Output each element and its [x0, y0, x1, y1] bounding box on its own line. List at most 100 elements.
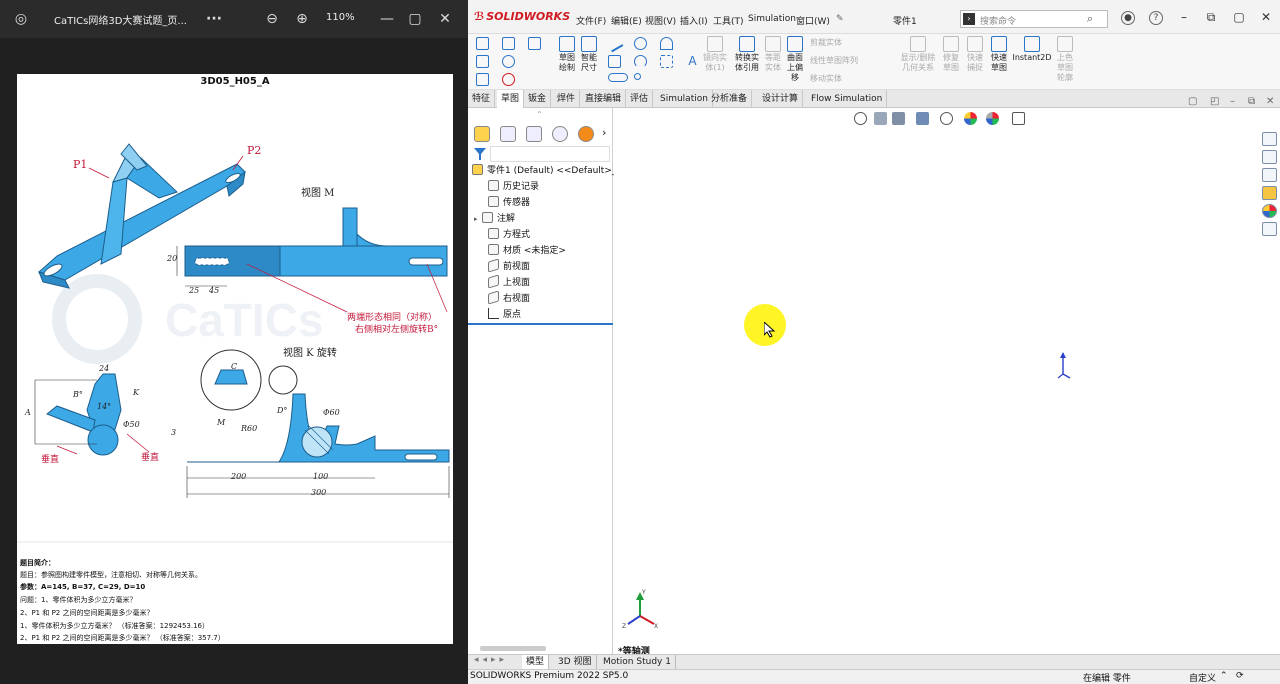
close-icon[interactable]: ✕ [436, 10, 454, 28]
tab-1[interactable]: 草图 [497, 90, 525, 108]
feature-manager-scrollbar[interactable] [480, 646, 546, 651]
menu-view[interactable]: 视图(V) [645, 14, 676, 27]
tile-icon[interactable]: ◰ [1210, 96, 1219, 107]
options-icon[interactable] [528, 37, 541, 50]
resources-icon[interactable] [1262, 132, 1277, 146]
rebuild-icon[interactable] [502, 73, 515, 86]
previous-view-icon[interactable] [892, 112, 905, 125]
line-icon[interactable] [605, 34, 624, 53]
polygon-icon[interactable] [660, 55, 673, 68]
rebuild-status-icon[interactable]: ⟳ [1236, 671, 1244, 681]
maximize-icon[interactable]: ▢ [406, 10, 424, 28]
shaded-sketch-button[interactable]: 上色 草图 轮廓 [1054, 36, 1076, 83]
menu-edit[interactable]: 编辑(E) [611, 14, 642, 27]
tree-item-annotations[interactable]: ▸ 注解 [474, 212, 515, 227]
restore-window-icon[interactable]: ⧉ [1203, 10, 1219, 24]
search-icon[interactable]: ⌕ [1087, 12, 1093, 26]
select-icon[interactable] [476, 73, 489, 86]
tree-item-material[interactable]: 材质 <未指定> [488, 244, 566, 259]
zoom-in-icon[interactable]: ⊕ [293, 10, 311, 28]
appearance-icon[interactable] [986, 112, 999, 125]
display-style-icon[interactable] [964, 112, 977, 125]
tree-item-equations[interactable]: 方程式 [488, 228, 530, 243]
repair-sketch-button[interactable]: 修复 草图 [940, 36, 962, 73]
viewport-icon[interactable]: ▢ [1188, 96, 1197, 107]
tab-3[interactable]: 焊件 [553, 90, 581, 108]
offset-on-surface-button[interactable]: 曲面 上偏 移 [784, 36, 806, 83]
zoom-area-icon[interactable] [874, 112, 887, 125]
circle-icon[interactable] [634, 37, 647, 50]
menu-window[interactable]: 窗口(W) [796, 14, 830, 27]
user-icon[interactable]: ● [1121, 11, 1135, 25]
slot-icon[interactable] [608, 73, 628, 82]
arc-icon[interactable] [634, 55, 647, 68]
graphics-area[interactable]: ▢ ◰ – ⧉ ✕ Y X Z *等轴测 [614, 96, 1280, 657]
save-icon[interactable] [502, 37, 515, 50]
tree-item-right-plane[interactable]: 右视面 [488, 290, 530, 307]
new-icon[interactable] [476, 55, 489, 68]
view-settings-icon[interactable] [1012, 112, 1025, 125]
linear-pattern-button[interactable]: 线性草图阵列 [810, 56, 858, 66]
smart-dimension-button[interactable]: 智能 尺寸 [578, 36, 600, 73]
zoom-to-fit-icon[interactable] [854, 112, 867, 125]
units-dropdown[interactable]: 自定义 [1189, 671, 1216, 684]
file-explorer-icon[interactable] [1262, 168, 1277, 182]
tab-model[interactable]: 模型 [522, 655, 550, 669]
pin-icon[interactable]: ✎ [836, 14, 844, 24]
doc-minimize-icon[interactable]: – [1230, 96, 1235, 107]
convert-entities-button[interactable]: 转换实 体引用 [732, 36, 762, 73]
tab-3d-view[interactable]: 3D 视图 [554, 655, 597, 669]
panel-grip-icon[interactable]: ⌃ [536, 110, 543, 119]
view-palette-icon[interactable] [1262, 186, 1277, 200]
tab-5[interactable]: 评估 [626, 90, 654, 108]
tree-root[interactable]: 零件1 (Default) <<Default>_F [472, 164, 622, 179]
custom-properties-icon[interactable] [1262, 222, 1277, 236]
close-window-icon[interactable]: ✕ [1258, 10, 1274, 24]
doc-close-icon[interactable]: ✕ [1266, 96, 1274, 107]
tab-7[interactable]: 分析准备 [707, 90, 753, 108]
tab-motion-study[interactable]: Motion Study 1 [599, 655, 676, 669]
minimize-icon[interactable]: — [378, 10, 396, 28]
chevron-up-icon[interactable]: ⌃ [1220, 671, 1228, 681]
tree-item-origin[interactable]: 原点 [488, 308, 521, 323]
offset-entities-button[interactable]: 等距 实体 [762, 36, 784, 73]
maximize-window-icon[interactable]: ▢ [1231, 10, 1247, 24]
tree-item-history[interactable]: 历史记录 [488, 180, 539, 195]
design-library-icon[interactable] [1262, 150, 1277, 164]
tree-item-top-plane[interactable]: 上视面 [488, 274, 530, 291]
zoom-out-icon[interactable]: ⊖ [263, 10, 281, 28]
appearance-tab-icon[interactable] [578, 126, 594, 142]
filter-icon[interactable] [474, 148, 486, 160]
rapid-sketch-button[interactable]: 快速 草图 [988, 36, 1010, 73]
sketch-button[interactable]: 草图 绘制 [556, 36, 578, 73]
zoom-level[interactable]: 110% [326, 12, 355, 23]
menu-tools[interactable]: 工具(T) [713, 14, 744, 27]
tree-rollback-bar[interactable] [468, 323, 613, 325]
chevron-right-icon[interactable]: › [602, 126, 606, 139]
search-commands[interactable]: › 搜索命令 ⌕ [960, 10, 1108, 28]
propertymanager-tab-icon[interactable] [500, 126, 516, 142]
menu-insert[interactable]: 插入(I) [680, 14, 708, 27]
point-icon[interactable] [634, 73, 641, 80]
tree-item-front-plane[interactable]: 前视面 [488, 258, 530, 275]
text-icon[interactable]: A [686, 55, 699, 68]
appearances-icon[interactable] [1262, 204, 1277, 218]
menu-simulation[interactable]: Simulation [748, 14, 796, 24]
trim-entities-button[interactable]: 剪裁实体 [810, 38, 842, 48]
view-orientation-icon[interactable] [940, 112, 953, 125]
filter-input[interactable] [490, 146, 610, 162]
help-icon[interactable]: ? [1149, 11, 1163, 25]
minimize-window-icon[interactable]: – [1176, 10, 1192, 24]
expand-icon[interactable]: ▸ [474, 212, 482, 227]
move-entities-button[interactable]: 移动实体 [810, 74, 842, 84]
instant2d-button[interactable]: Instant2D [1012, 36, 1052, 63]
featuremanager-tab-icon[interactable] [474, 126, 490, 142]
quick-snaps-button[interactable]: 快速 捕捉 [964, 36, 986, 73]
dimxpert-tab-icon[interactable] [552, 126, 568, 142]
tree-item-sensors[interactable]: 传感器 [488, 196, 530, 211]
home-icon[interactable] [476, 37, 489, 50]
settings-icon[interactable] [502, 55, 515, 68]
tab-0[interactable]: 特征 [468, 90, 496, 108]
menu-file[interactable]: 文件(F) [576, 14, 606, 27]
display-relations-button[interactable]: 显示/删除 几何关系 [898, 36, 938, 73]
